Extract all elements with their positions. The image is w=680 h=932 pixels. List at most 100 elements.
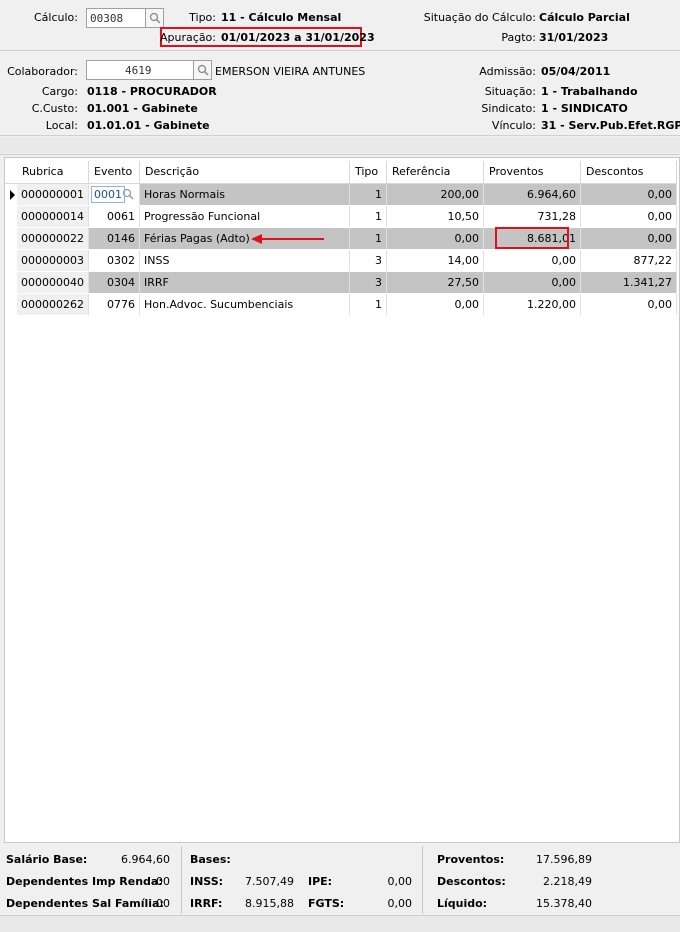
colaborador-input[interactable]: 4619 (86, 60, 194, 80)
events-grid[interactable]: Rubrica Evento Descrição Tipo Referência… (4, 157, 680, 843)
divider (0, 50, 680, 51)
totals-footer: Salário Base: 6.964,60 Dependentes Imp R… (0, 843, 680, 915)
cell-rubrica[interactable]: 000000003 (17, 249, 89, 272)
table-row[interactable]: 000000040 0304 IRRF 3 27,50 0,00 1.341,2… (5, 271, 677, 294)
divider (0, 135, 680, 136)
irrf-base-value: 8.915,88 (245, 897, 294, 910)
toolbar-band (0, 137, 680, 153)
cell-descricao[interactable]: Horas Normais (139, 183, 350, 206)
vinculo-label: Vínculo: (491, 119, 536, 132)
evento-edit-input[interactable]: 0001 (91, 185, 125, 203)
fgts-base-value: 0,00 (387, 897, 413, 910)
cell-descontos[interactable]: 0,00 (580, 205, 677, 228)
column-header-proventos[interactable]: Proventos (483, 161, 581, 184)
situacao-calculo-value: Cálculo Parcial (539, 11, 630, 24)
cell-descricao[interactable]: Progressão Funcional (139, 205, 350, 228)
table-row[interactable]: 000000001 0001 Horas Normais 1 200,00 6.… (5, 183, 677, 206)
cell-rubrica[interactable]: 000000262 (17, 293, 89, 316)
cell-proventos[interactable]: 1.220,00 (483, 293, 581, 316)
cell-proventos[interactable]: 0,00 (483, 271, 581, 294)
column-header-descontos[interactable]: Descontos (580, 161, 677, 184)
bases-label: Bases: (190, 853, 231, 866)
cell-evento[interactable]: 0146 (88, 227, 140, 250)
colaborador-name: EMERSON VIEIRA ANTUNES (215, 65, 366, 78)
table-row[interactable]: 000000003 0302 INSS 3 14,00 0,00 877,22 (5, 249, 677, 272)
pagto-value: 31/01/2023 (539, 31, 609, 44)
total-descontos-value: 2.218,49 (543, 875, 592, 888)
cell-proventos[interactable]: 6.964,60 (483, 183, 581, 206)
row-indicator (5, 183, 17, 206)
cell-descontos[interactable]: 0,00 (580, 293, 677, 316)
cell-descricao[interactable]: Hon.Advoc. Sucumbenciais (139, 293, 350, 316)
cell-proventos[interactable]: 0,00 (483, 249, 581, 272)
row-indicator (5, 205, 17, 228)
divider (181, 846, 182, 914)
liquido-label: Líquido: (437, 897, 488, 910)
sindicato-label: Sindicato: (481, 102, 536, 115)
vinculo-value: 31 - Serv.Pub.Efet.RGPS (541, 119, 680, 132)
column-header-referencia[interactable]: Referência (386, 161, 484, 184)
table-row[interactable]: 000000022 0146 Férias Pagas (Adto) 1 0,0… (5, 227, 677, 250)
cargo-value: 0118 - PROCURADOR (87, 85, 217, 98)
cargo-label: Cargo: (41, 85, 78, 98)
cell-descontos[interactable]: 877,22 (580, 249, 677, 272)
cell-tipo[interactable]: 1 (349, 183, 387, 206)
cell-descontos[interactable]: 0,00 (580, 227, 677, 250)
cell-tipo[interactable]: 1 (349, 293, 387, 316)
table-row[interactable]: 000000262 0776 Hon.Advoc. Sucumbenciais … (5, 293, 677, 316)
calculation-header: Cálculo: 00308 Tipo: 11 - Cálculo Mensal… (0, 0, 680, 50)
row-indicator (5, 293, 17, 316)
divider (0, 154, 680, 155)
cell-descontos[interactable]: 0,00 (580, 183, 677, 206)
cell-tipo[interactable]: 3 (349, 271, 387, 294)
events-table: Rubrica Evento Descrição Tipo Referência… (5, 161, 677, 316)
cell-rubrica[interactable]: 000000022 (17, 227, 89, 250)
cell-tipo[interactable]: 1 (349, 227, 387, 250)
cell-evento[interactable]: 0302 (88, 249, 140, 272)
salario-base-value: 6.964,60 (121, 853, 170, 866)
cell-referencia[interactable]: 27,50 (386, 271, 484, 294)
ipe-base-value: 0,00 (387, 875, 413, 888)
total-proventos-value: 17.596,89 (536, 853, 592, 866)
status-bar (0, 916, 680, 932)
dependentes-ir-value: 00 (156, 875, 170, 888)
cell-referencia[interactable]: 200,00 (386, 183, 484, 206)
cell-descricao[interactable]: INSS (139, 249, 350, 272)
table-row[interactable]: 000000014 0061 Progressão Funcional 1 10… (5, 205, 677, 228)
apuracao-value: 01/01/2023 a 31/01/2023 (221, 31, 375, 44)
cell-referencia[interactable]: 10,50 (386, 205, 484, 228)
cell-referencia[interactable]: 0,00 (386, 227, 484, 250)
pagto-label: Pagto: (501, 31, 536, 44)
column-header-tipo[interactable]: Tipo (349, 161, 387, 184)
cell-evento[interactable]: 0776 (88, 293, 140, 316)
red-arrow-annotation (251, 234, 324, 244)
tipo-value: 11 - Cálculo Mensal (221, 11, 342, 24)
cell-descricao[interactable]: IRRF (139, 271, 350, 294)
cell-referencia[interactable]: 0,00 (386, 293, 484, 316)
colaborador-lookup-button[interactable] (194, 60, 212, 80)
cell-evento[interactable]: 0001 (88, 183, 140, 206)
cell-descontos[interactable]: 1.341,27 (580, 271, 677, 294)
ipe-base-label: IPE: (308, 875, 333, 888)
liquido-value: 15.378,40 (536, 897, 592, 910)
cell-referencia[interactable]: 14,00 (386, 249, 484, 272)
sindicato-value: 1 - SINDICATO (541, 102, 628, 115)
cell-rubrica[interactable]: 000000014 (17, 205, 89, 228)
column-header-rubrica[interactable]: Rubrica (17, 161, 89, 184)
cell-proventos[interactable]: 731,28 (483, 205, 581, 228)
cell-rubrica[interactable]: 000000001 (17, 183, 89, 206)
calculo-input[interactable]: 00308 (86, 8, 146, 28)
cell-tipo[interactable]: 1 (349, 205, 387, 228)
cell-evento[interactable]: 0061 (88, 205, 140, 228)
column-header-descricao[interactable]: Descrição (139, 161, 350, 184)
situacao-label: Situação: (484, 85, 536, 98)
admissao-label: Admissão: (479, 65, 536, 78)
fgts-base-label: FGTS: (308, 897, 345, 910)
current-row-arrow-icon (10, 189, 15, 200)
column-header-evento[interactable]: Evento (88, 161, 140, 184)
total-proventos-label: Proventos: (437, 853, 505, 866)
cell-evento[interactable]: 0304 (88, 271, 140, 294)
search-icon[interactable] (122, 188, 134, 200)
cell-tipo[interactable]: 3 (349, 249, 387, 272)
cell-rubrica[interactable]: 000000040 (17, 271, 89, 294)
